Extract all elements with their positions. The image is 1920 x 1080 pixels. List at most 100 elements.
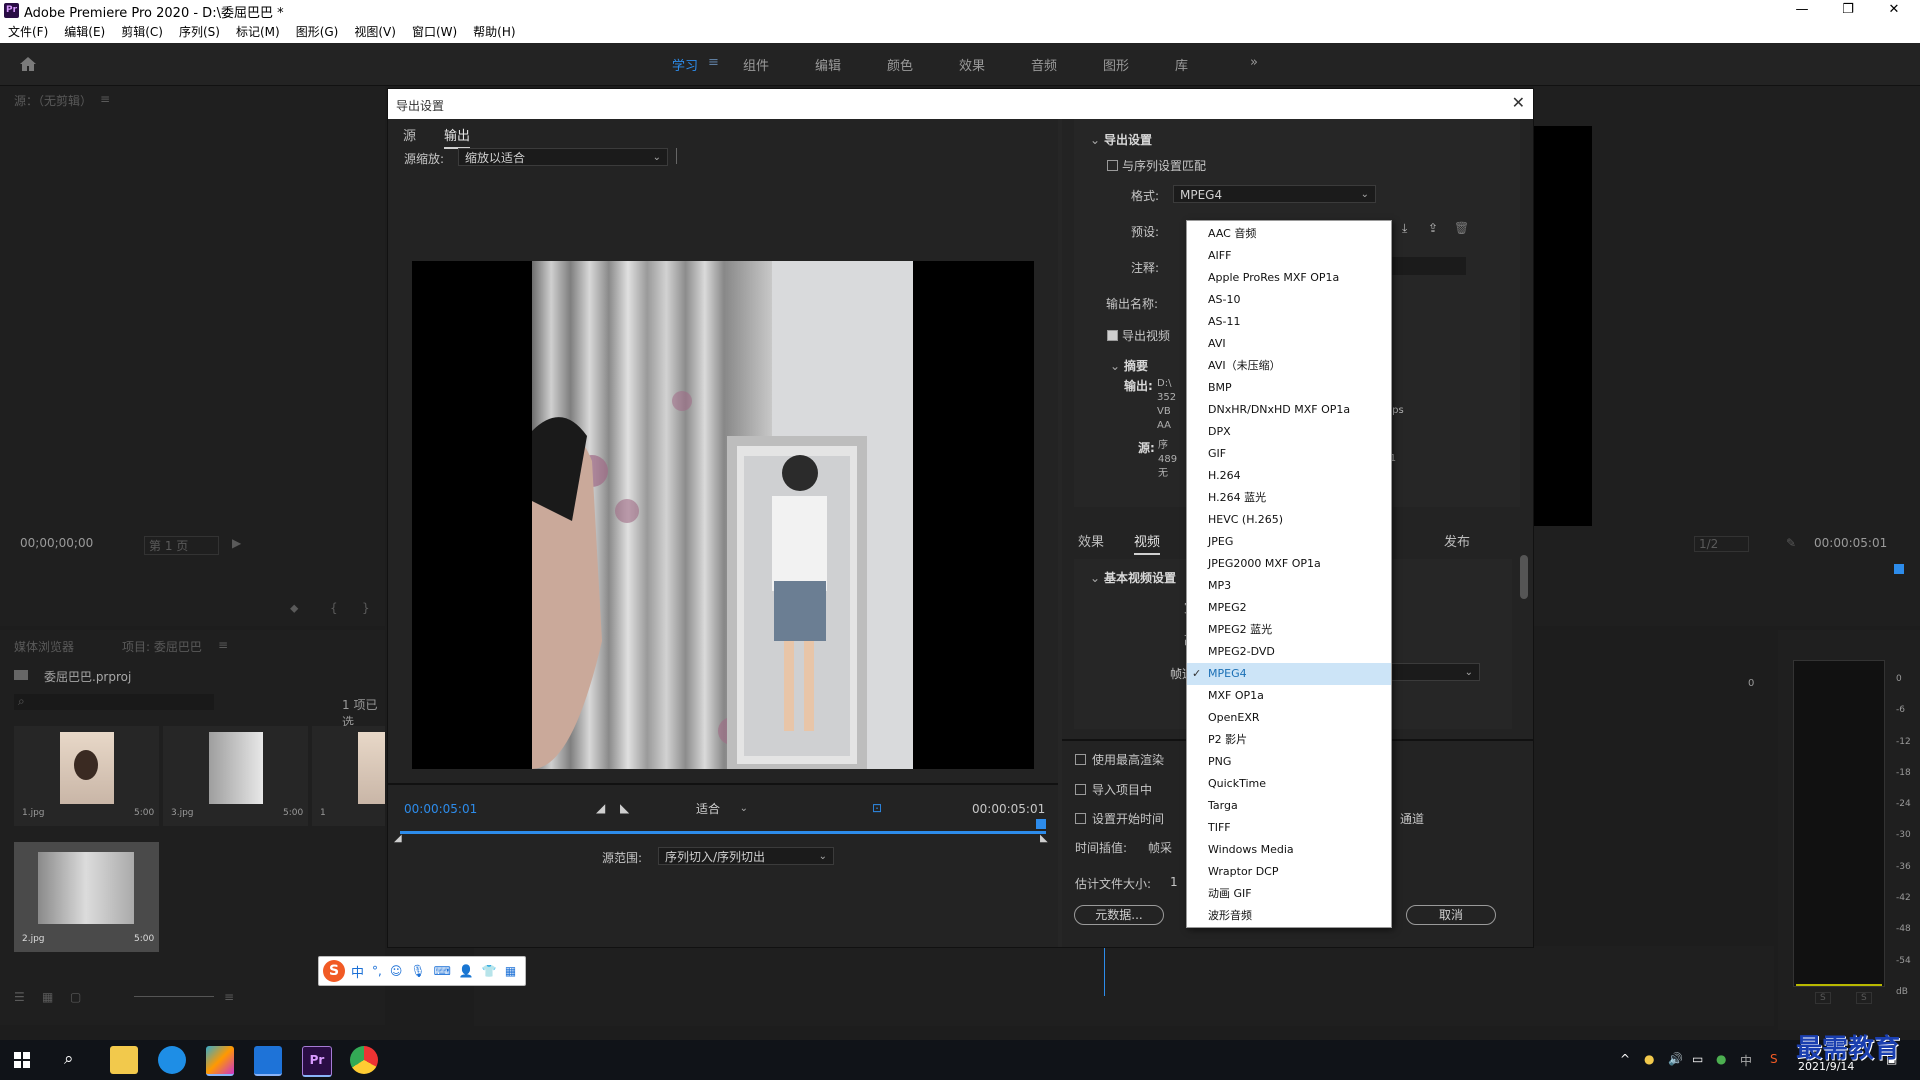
minimize-button[interactable]: —: [1780, 0, 1824, 22]
metadata-button[interactable]: 元数据...: [1074, 905, 1164, 925]
chevron-down-icon[interactable]: ⌄: [1090, 133, 1100, 147]
project-panel-menu-icon[interactable]: ≡: [218, 638, 228, 652]
clip-card[interactable]: 1: [312, 726, 385, 826]
source-scale-select[interactable]: 缩放以适合 ⌄: [458, 148, 668, 166]
source-out-icon[interactable]: }: [362, 601, 370, 615]
tray-app-icon[interactable]: ●: [1716, 1052, 1726, 1066]
import-project-checkbox[interactable]: [1075, 784, 1086, 795]
tab-project[interactable]: 项目: 委屈巴巴: [122, 638, 202, 655]
in-point-marker-icon[interactable]: ◢: [394, 833, 402, 844]
icon-view-icon[interactable]: ▦: [42, 990, 53, 1004]
keyboard-icon[interactable]: ⌨: [434, 964, 451, 978]
menu-edit[interactable]: 编辑(E): [56, 22, 113, 43]
preview-scrubber-track[interactable]: [400, 831, 1046, 834]
format-option[interactable]: HEVC (H.265): [1187, 509, 1391, 531]
tab-media-browser[interactable]: 媒体浏览器: [14, 638, 74, 655]
format-option[interactable]: PNG: [1187, 751, 1391, 773]
format-option[interactable]: JPEG: [1187, 531, 1391, 553]
format-option[interactable]: Targa: [1187, 795, 1391, 817]
freeform-view-icon[interactable]: ▢: [70, 990, 81, 1004]
app-store-icon[interactable]: [206, 1046, 234, 1076]
format-option[interactable]: 动画 GIF: [1187, 883, 1391, 905]
max-render-checkbox[interactable]: [1075, 754, 1086, 765]
tab-source[interactable]: 源: [403, 125, 416, 147]
preview-current-time[interactable]: 00:00:05:01: [404, 802, 477, 816]
tab-effects[interactable]: 效果: [1078, 531, 1104, 553]
source-page-select[interactable]: 第 1 页: [144, 536, 220, 555]
workspace-tab-assembly[interactable]: 组件: [743, 55, 769, 74]
set-start-time-checkbox[interactable]: [1075, 813, 1086, 824]
source-range-select[interactable]: 序列切入/序列切出 ⌄: [658, 847, 834, 865]
format-option[interactable]: MPEG2: [1187, 597, 1391, 619]
clip-card[interactable]: 1.jpg 5:00: [14, 726, 159, 826]
tray-input-icon[interactable]: 中: [1740, 1052, 1752, 1069]
format-option[interactable]: Wraptor DCP: [1187, 861, 1391, 883]
format-option[interactable]: Windows Media: [1187, 839, 1391, 861]
format-option[interactable]: Apple ProRes MXF OP1a: [1187, 267, 1391, 289]
format-option[interactable]: MP3: [1187, 575, 1391, 597]
format-option[interactable]: AS-10: [1187, 289, 1391, 311]
format-option[interactable]: JPEG2000 MXF OP1a: [1187, 553, 1391, 575]
premiere-taskbar-icon[interactable]: Pr: [302, 1046, 332, 1077]
meter-solo-right[interactable]: S: [1856, 992, 1872, 1004]
tablet-app-icon[interactable]: [254, 1046, 282, 1076]
menu-help[interactable]: 帮助(H): [465, 22, 523, 43]
source-timecode[interactable]: 00;00;00;00: [20, 536, 93, 550]
format-option[interactable]: BMP: [1187, 377, 1391, 399]
dialog-close-icon[interactable]: ✕: [1512, 93, 1525, 112]
restore-button[interactable]: ❐: [1826, 0, 1870, 22]
clip-card[interactable]: 3.jpg 5:00: [163, 726, 308, 826]
set-in-point-icon[interactable]: ◢: [596, 801, 605, 815]
format-option[interactable]: MPEG2-DVD: [1187, 641, 1391, 663]
export-video-checkbox[interactable]: [1107, 330, 1118, 341]
workspace-tab-audio[interactable]: 音频: [1031, 55, 1057, 74]
close-button[interactable]: ✕: [1872, 0, 1916, 22]
chrome-browser-icon[interactable]: [350, 1046, 378, 1074]
volume-icon[interactable]: 🔊: [1668, 1052, 1683, 1066]
tray-qq-icon[interactable]: ●: [1644, 1052, 1654, 1066]
format-option[interactable]: OpenEXR: [1187, 707, 1391, 729]
skin-icon[interactable]: 👕: [482, 964, 497, 978]
preview-playhead-icon[interactable]: [1036, 819, 1046, 829]
tab-publish[interactable]: 发布: [1444, 531, 1470, 553]
menu-view[interactable]: 视图(V): [346, 22, 404, 43]
time-interp-value[interactable]: 帧采: [1148, 839, 1172, 856]
chevron-down-icon[interactable]: ⌄: [1110, 359, 1120, 373]
home-icon[interactable]: [18, 54, 38, 74]
meter-solo-left[interactable]: S: [1815, 992, 1831, 1004]
fit-select[interactable]: 适合 ⌄: [690, 800, 754, 818]
source-marker-icon[interactable]: ⬥: [290, 601, 298, 616]
tray-expand-icon[interactable]: ^: [1620, 1052, 1630, 1066]
format-option[interactable]: AAC 音频: [1187, 223, 1391, 245]
menu-sequence[interactable]: 序列(S): [171, 22, 228, 43]
format-option[interactable]: MPEG2 蓝光: [1187, 619, 1391, 641]
aspect-correction-icon[interactable]: ⊡: [872, 801, 882, 815]
program-page-select[interactable]: 1/2: [1694, 536, 1750, 552]
cancel-button[interactable]: 取消: [1406, 905, 1496, 925]
edge-browser-icon[interactable]: [158, 1046, 186, 1074]
format-option[interactable]: AVI（未压缩）: [1187, 355, 1391, 377]
microphone-icon[interactable]: 🎙: [410, 964, 425, 978]
format-option[interactable]: TIFF: [1187, 817, 1391, 839]
format-option[interactable]: AVI: [1187, 333, 1391, 355]
tray-sogou-icon[interactable]: S: [1770, 1052, 1778, 1066]
workspace-tab-color[interactable]: 颜色: [887, 55, 913, 74]
workspace-tab-learn[interactable]: 学习: [672, 55, 698, 74]
format-option[interactable]: QuickTime: [1187, 773, 1391, 795]
sogou-logo-icon[interactable]: S: [323, 960, 345, 982]
chevron-down-icon[interactable]: ⌄: [1090, 571, 1100, 585]
network-icon[interactable]: ▭: [1692, 1052, 1703, 1066]
settings-scrollbar[interactable]: [1520, 555, 1528, 599]
menu-markers[interactable]: 标记(M): [228, 22, 288, 43]
user-icon[interactable]: 👤: [459, 964, 474, 978]
format-option[interactable]: H.264 蓝光: [1187, 487, 1391, 509]
format-option[interactable]: MXF OP1a: [1187, 685, 1391, 707]
tab-video[interactable]: 视频: [1134, 531, 1161, 555]
zoom-slider[interactable]: [134, 996, 214, 997]
out-point-marker-icon[interactable]: ◣: [1040, 833, 1048, 844]
sort-icon[interactable]: ≡: [224, 990, 234, 1004]
format-option[interactable]: AS-11: [1187, 311, 1391, 333]
tab-output[interactable]: 输出: [444, 125, 471, 149]
source-panel-menu-icon[interactable]: ≡: [100, 92, 110, 106]
format-option[interactable]: P2 影片: [1187, 729, 1391, 751]
